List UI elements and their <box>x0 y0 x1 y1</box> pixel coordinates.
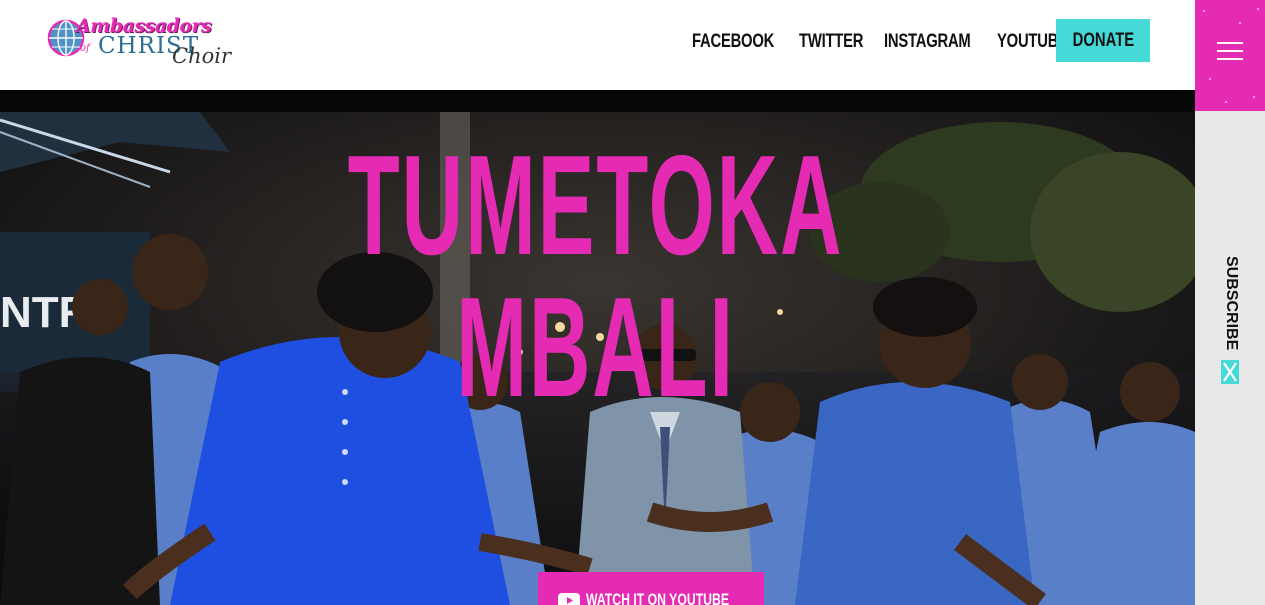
texture-speck <box>1239 22 1241 24</box>
texture-speck <box>1257 8 1259 10</box>
youtube-icon <box>557 592 580 605</box>
site-logo[interactable]: Ambassadors of CHRIST Choir <box>46 14 246 70</box>
hamburger-menu-icon <box>1217 42 1243 60</box>
nav-link-instagram[interactable]: INSTAGRAM <box>884 31 971 53</box>
donate-button[interactable]: DONATE <box>1056 19 1150 62</box>
subscribe-rail <box>1195 111 1265 605</box>
hero-section: NTR TUMETOKA MBALI WATCH IT ON YOUTUBE <box>0 90 1195 605</box>
watch-button-label: WATCH IT ON YOUTUBE <box>585 590 729 605</box>
texture-speck <box>1253 96 1255 98</box>
site-header: Ambassadors of CHRIST Choir FACEBOOK TWI… <box>0 0 1195 90</box>
texture-speck <box>1203 10 1205 12</box>
watch-on-youtube-button[interactable]: WATCH IT ON YOUTUBE <box>538 572 764 605</box>
texture-speck <box>1209 78 1211 80</box>
close-x-icon[interactable] <box>1221 360 1239 384</box>
donate-button-label: DONATE <box>1072 29 1134 51</box>
logo-text-choir: Choir <box>172 44 231 68</box>
nav-link-facebook[interactable]: FACEBOOK <box>692 31 774 53</box>
logo-text-of: of <box>80 43 90 54</box>
texture-speck <box>1225 101 1227 103</box>
main-nav: FACEBOOK TWITTER INSTAGRAM YOUTUBE <box>692 29 1069 55</box>
hero-title: TUMETOKA MBALI <box>347 126 844 427</box>
menu-toggle-button[interactable] <box>1195 0 1265 111</box>
subscribe-link[interactable]: SUBSCRIBE <box>1223 256 1240 350</box>
nav-link-twitter[interactable]: TWITTER <box>799 31 863 53</box>
